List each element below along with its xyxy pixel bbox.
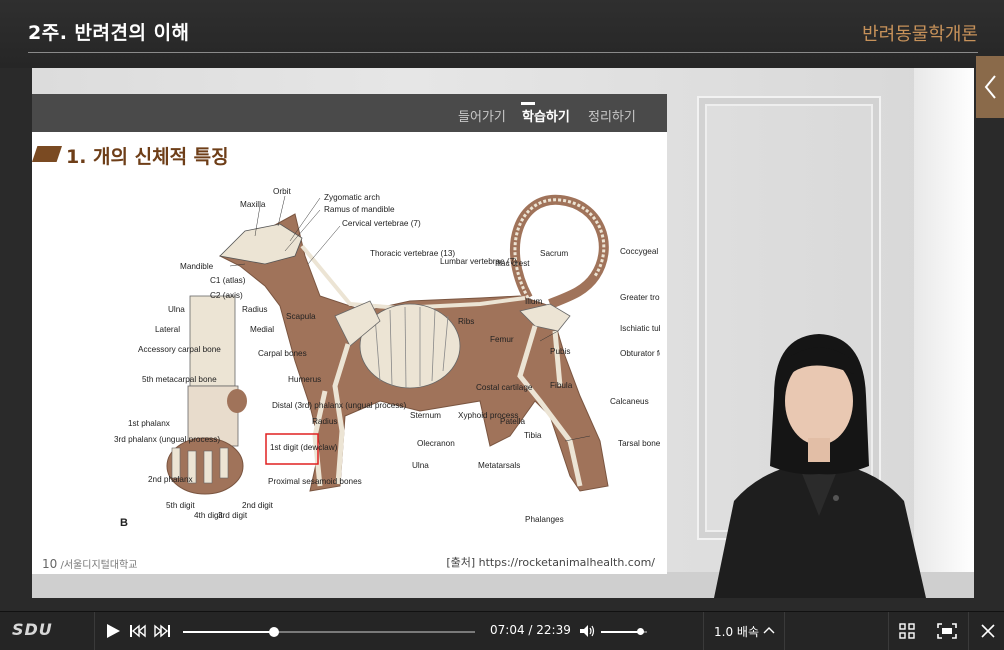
video-stage[interactable]: 들어가기 학습하기 정리하기 1. 개의 신체적 특징 Orbit Maxill… bbox=[32, 68, 974, 598]
label-olecranon: Olecranon bbox=[417, 439, 455, 448]
forearm-bones bbox=[189, 295, 236, 387]
close-icon[interactable] bbox=[980, 623, 996, 639]
label-fibula: Fibula bbox=[550, 381, 573, 390]
label-tarsal: Tarsal bones bbox=[618, 439, 660, 448]
label-ramus: Ramus of mandible bbox=[324, 205, 395, 214]
label-zygomatic-arch: Zygomatic arch bbox=[324, 193, 380, 202]
label-scapula: Scapula bbox=[286, 312, 316, 321]
dog-skeleton-figure: Orbit Maxilla Zygomatic arch Ramus of ma… bbox=[114, 187, 660, 529]
label-accessory-carpal: Accessory carpal bone bbox=[138, 345, 221, 354]
tab-learn[interactable]: 학습하기 bbox=[522, 106, 570, 125]
label-phalanges: Phalanges bbox=[525, 515, 564, 524]
label-paw-ulna: Ulna bbox=[168, 305, 185, 314]
volume-fill bbox=[601, 631, 641, 633]
player-controls: SDU 07:04 / 22:39 1.0 배속 bbox=[0, 611, 1004, 650]
playback-speed-button[interactable]: 1.0 배속 bbox=[714, 623, 759, 640]
slide-footer-left: 10 /서울디지털대학교 bbox=[42, 556, 137, 571]
chevron-up-icon[interactable] bbox=[763, 626, 775, 634]
label-c1: C1 (atlas) bbox=[210, 276, 246, 285]
label-pubis: Pubis bbox=[550, 347, 570, 356]
progress-bar[interactable] bbox=[183, 627, 475, 637]
side-panel-toggle[interactable] bbox=[976, 56, 1004, 118]
label-patella: Patella bbox=[500, 417, 525, 426]
label-ribs: Ribs bbox=[458, 317, 474, 326]
label-distal-phalanx: Distal (3rd) phalanx (ungual process) bbox=[272, 401, 407, 410]
active-tab-marker bbox=[521, 102, 535, 105]
presenter-video bbox=[714, 334, 926, 598]
label-proximal-sesamoid: Proximal sesamoid bones bbox=[268, 477, 362, 486]
volume-icon[interactable] bbox=[579, 624, 595, 638]
fullscreen-icon[interactable] bbox=[937, 623, 957, 639]
label-3rd-digit: 3rd digit bbox=[218, 511, 248, 520]
label-ischiatic: Ischiatic tuberosity bbox=[620, 324, 660, 333]
section-marker-icon bbox=[32, 146, 62, 162]
chevron-left-icon bbox=[984, 75, 996, 99]
rewind-icon[interactable] bbox=[129, 624, 147, 638]
label-carpal-bones: Carpal bones bbox=[258, 349, 307, 358]
label-orbit: Orbit bbox=[273, 187, 291, 196]
label-5th-metacarpal: 5th metacarpal bone bbox=[142, 375, 217, 384]
label-obturator: Obturator foramen bbox=[620, 349, 660, 358]
label-tibia: Tibia bbox=[524, 431, 542, 440]
title-divider bbox=[28, 52, 978, 53]
label-sternum: Sternum bbox=[410, 411, 441, 420]
label-1st-phalanx: 1st phalanx bbox=[128, 419, 170, 428]
label-humerus: Humerus bbox=[288, 375, 321, 384]
progress-fill bbox=[183, 631, 275, 633]
label-c2: C2 (axis) bbox=[210, 291, 243, 300]
label-coccygeal: Coccygeal vertebrae bbox=[620, 247, 660, 256]
label-2nd-digit: 2nd digit bbox=[242, 501, 274, 510]
label-ilium: Ilium bbox=[525, 297, 542, 306]
lesson-title: 2주. 반려견의 이해 bbox=[28, 22, 190, 44]
label-ulna-body: Ulna bbox=[412, 461, 429, 470]
label-medial: Medial bbox=[250, 325, 274, 334]
slide-page-number: 10 bbox=[42, 557, 58, 571]
lapel-mic-icon bbox=[833, 495, 839, 501]
label-iliac-crest: Iliac crest bbox=[495, 259, 530, 268]
label-mandible: Mandible bbox=[180, 262, 214, 271]
tab-intro[interactable]: 들어가기 bbox=[458, 106, 506, 125]
label-1st-digit: 1st digit (dewclaw) bbox=[270, 443, 338, 452]
label-5th-digit: 5th digit bbox=[166, 501, 195, 510]
tab-summary[interactable]: 정리하기 bbox=[588, 106, 636, 125]
label-maxilla: Maxilla bbox=[240, 200, 266, 209]
volume-slider[interactable] bbox=[601, 628, 647, 635]
section-title: 1. 개의 신체적 특징 bbox=[66, 146, 229, 168]
label-radius: Radius bbox=[312, 417, 338, 426]
label-costal-cartilage: Costal cartilage bbox=[476, 383, 533, 392]
label-paw-radius: Radius bbox=[242, 305, 268, 314]
play-icon[interactable] bbox=[105, 623, 121, 639]
label-3rd-phalanx: 3rd phalanx (ungual process) bbox=[114, 435, 220, 444]
dewclaw bbox=[227, 389, 247, 413]
panel-letter: B bbox=[120, 517, 128, 529]
slide-institution: /서울디지털대학교 bbox=[60, 560, 138, 571]
label-cervical: Cervical vertebrae (7) bbox=[342, 219, 421, 228]
volume-handle[interactable] bbox=[637, 628, 645, 635]
label-lateral: Lateral bbox=[155, 325, 180, 334]
speed-label: 1.0 배속 bbox=[714, 625, 759, 639]
label-femur: Femur bbox=[490, 335, 514, 344]
slide-nav-bar: 들어가기 학습하기 정리하기 bbox=[32, 94, 667, 132]
top-bar: 2주. 반려견의 이해 반려동물학개론 bbox=[0, 0, 1004, 68]
label-metatarsals: Metatarsals bbox=[478, 461, 520, 470]
sdu-logo: SDU bbox=[12, 620, 53, 639]
progress-handle[interactable] bbox=[269, 627, 280, 637]
fast-forward-icon[interactable] bbox=[153, 624, 171, 638]
label-2nd-phalanx: 2nd phalanx bbox=[148, 475, 193, 484]
label-calcaneus: Calcaneus bbox=[610, 397, 649, 406]
course-title: 반려동물학개론 bbox=[862, 24, 978, 45]
grid-menu-icon[interactable] bbox=[899, 623, 915, 639]
time-display: 07:04 / 22:39 bbox=[490, 623, 571, 637]
lecture-slide: 들어가기 학습하기 정리하기 1. 개의 신체적 특징 Orbit Maxill… bbox=[32, 94, 667, 574]
slide-source: [출처] https://rocketanimalhealth.com/ bbox=[446, 556, 655, 569]
label-greater-trochanter: Greater trochanter of femur bbox=[620, 293, 660, 302]
label-sacrum: Sacrum bbox=[540, 249, 568, 258]
